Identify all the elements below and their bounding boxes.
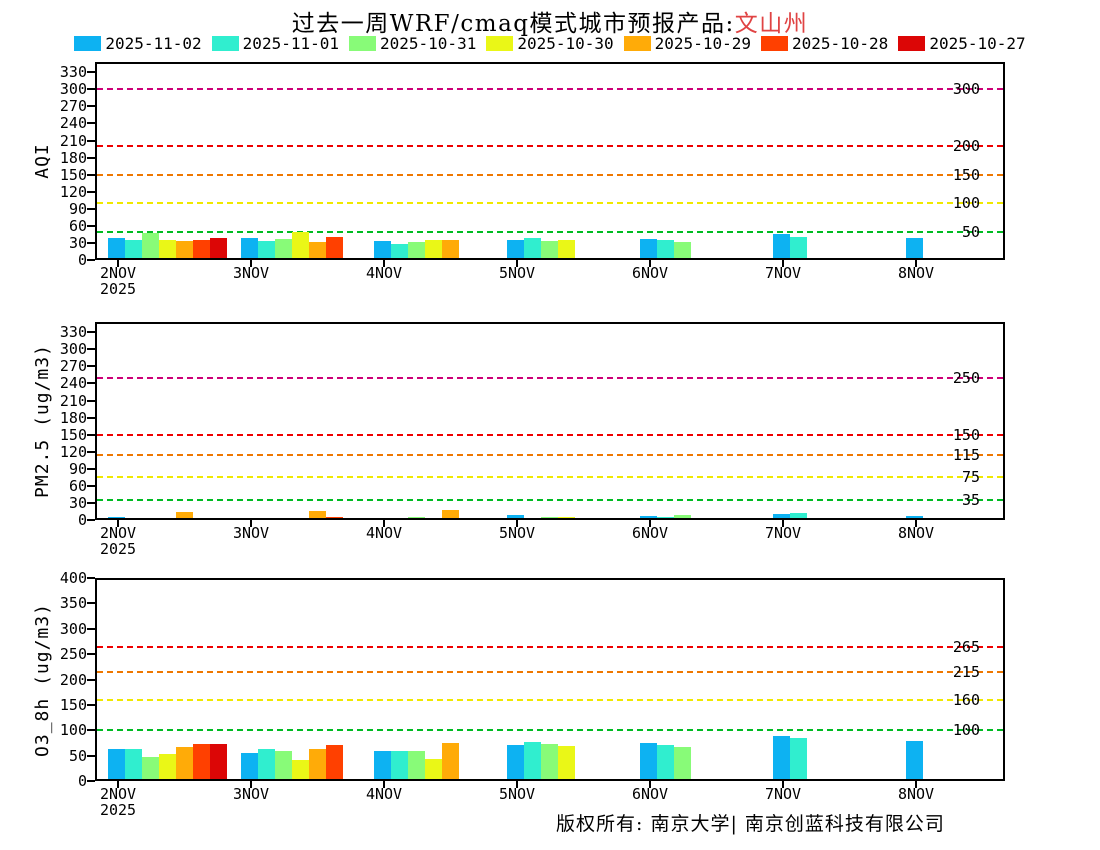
y-tick-mark bbox=[87, 331, 95, 334]
legend-swatch bbox=[760, 36, 788, 51]
x-tick-label: 3NOV bbox=[232, 785, 270, 803]
y-tick-mark bbox=[87, 105, 95, 108]
x-tick-label: 5NOV bbox=[498, 264, 536, 282]
x-tick-label: 3NOV bbox=[232, 524, 270, 542]
legend-swatch bbox=[74, 36, 102, 51]
legend-label: 2025-10-28 bbox=[791, 34, 889, 53]
x-tick-label: 7NOV bbox=[764, 524, 802, 542]
y-tick-mark bbox=[87, 780, 95, 782]
legend-item: 2025-10-31 bbox=[349, 34, 476, 53]
forecast-chart-page: 过去一周WRF/cmaq模式城市预报产品:文山州 2025-11-02 2025-… bbox=[0, 0, 1100, 850]
x-tick-label: 4NOV bbox=[365, 264, 403, 282]
x-tick-year-label: 2025 bbox=[99, 801, 137, 819]
page-title: 过去一周WRF/cmaq模式城市预报产品:文山州 bbox=[30, 4, 1070, 38]
legend-item: 2025-10-28 bbox=[760, 34, 889, 53]
chart-panel-border bbox=[95, 578, 1005, 781]
x-tick-label: 7NOV bbox=[764, 785, 802, 803]
x-tick-year-label: 2025 bbox=[99, 280, 137, 298]
y-axis-title: O3_8h (ug/m3) bbox=[32, 602, 53, 757]
copyright-caption: 版权所有: 南京大学| 南京创蓝科技有限公司 bbox=[556, 813, 945, 835]
x-tick-label: 5NOV bbox=[498, 785, 536, 803]
y-tick-mark bbox=[87, 467, 95, 470]
y-tick-mark bbox=[87, 156, 95, 159]
x-tick-label: 5NOV bbox=[498, 524, 536, 542]
y-tick-mark bbox=[87, 754, 95, 757]
y-tick-mark bbox=[87, 382, 95, 385]
x-tick-label: 7NOV bbox=[764, 264, 802, 282]
y-axis-title: AQI bbox=[32, 143, 53, 179]
legend-swatch bbox=[211, 36, 239, 51]
y-axis-title: PM2.5 (ug/m3) bbox=[32, 344, 53, 498]
chart-panel-border bbox=[95, 322, 1005, 520]
x-tick-label: 3NOV bbox=[232, 264, 270, 282]
y-tick-mark bbox=[87, 224, 95, 227]
y-tick-mark bbox=[87, 365, 95, 368]
y-tick-mark bbox=[87, 88, 95, 91]
y-tick-mark bbox=[87, 484, 95, 487]
y-tick-mark bbox=[87, 207, 95, 210]
y-tick-mark bbox=[87, 729, 95, 732]
y-tick-mark bbox=[87, 190, 95, 193]
x-tick-label: 6NOV bbox=[631, 524, 669, 542]
y-tick-mark bbox=[87, 577, 95, 579]
legend-label: 2025-10-29 bbox=[654, 34, 751, 53]
chart-panel-border bbox=[95, 62, 1005, 260]
y-tick-mark bbox=[87, 703, 95, 706]
legend-label: 2025-10-31 bbox=[380, 34, 477, 53]
legend-swatch bbox=[898, 36, 926, 51]
legend-label: 2025-10-30 bbox=[517, 34, 614, 53]
y-tick-mark bbox=[87, 602, 95, 605]
x-tick-label: 4NOV bbox=[365, 785, 403, 803]
y-tick-mark bbox=[87, 259, 95, 261]
y-tick-mark bbox=[87, 416, 95, 419]
legend: 2025-11-02 2025-11-01 2025-10-31 2025-10-30… bbox=[0, 34, 1100, 53]
legend-item: 2025-10-29 bbox=[623, 34, 751, 53]
y-tick-mark bbox=[87, 450, 95, 453]
x-tick-label: 8NOV bbox=[897, 264, 935, 282]
legend-item: 2025-11-02 bbox=[74, 34, 202, 53]
legend-swatch bbox=[486, 36, 514, 51]
y-tick-mark bbox=[87, 122, 95, 125]
y-tick-mark bbox=[87, 627, 95, 630]
y-tick-mark bbox=[87, 71, 95, 74]
y-tick-mark bbox=[87, 139, 95, 142]
x-tick-year-label: 2025 bbox=[99, 540, 137, 558]
x-tick-label: 4NOV bbox=[365, 524, 403, 542]
legend-label: 2025-11-01 bbox=[242, 34, 339, 53]
y-tick-mark bbox=[87, 399, 95, 402]
legend-item: 2025-10-30 bbox=[486, 34, 614, 53]
x-tick-label: 8NOV bbox=[897, 785, 935, 803]
y-tick-mark bbox=[87, 678, 95, 681]
x-tick-label: 6NOV bbox=[631, 264, 669, 282]
legend-item: 2025-11-01 bbox=[211, 34, 339, 53]
legend-label: 2025-10-27 bbox=[929, 34, 1026, 53]
y-tick-mark bbox=[87, 173, 95, 176]
x-tick-label: 6NOV bbox=[631, 785, 669, 803]
y-tick-mark bbox=[87, 519, 95, 521]
legend-label: 2025-11-02 bbox=[105, 34, 202, 53]
y-tick-mark bbox=[87, 653, 95, 656]
y-tick-mark bbox=[87, 501, 95, 504]
legend-item: 2025-10-27 bbox=[898, 34, 1026, 53]
y-tick-mark bbox=[87, 348, 95, 351]
y-tick-mark bbox=[87, 241, 95, 244]
y-tick-mark bbox=[87, 433, 95, 436]
x-tick-label: 8NOV bbox=[897, 524, 935, 542]
legend-swatch bbox=[623, 36, 651, 51]
legend-swatch bbox=[349, 36, 376, 51]
